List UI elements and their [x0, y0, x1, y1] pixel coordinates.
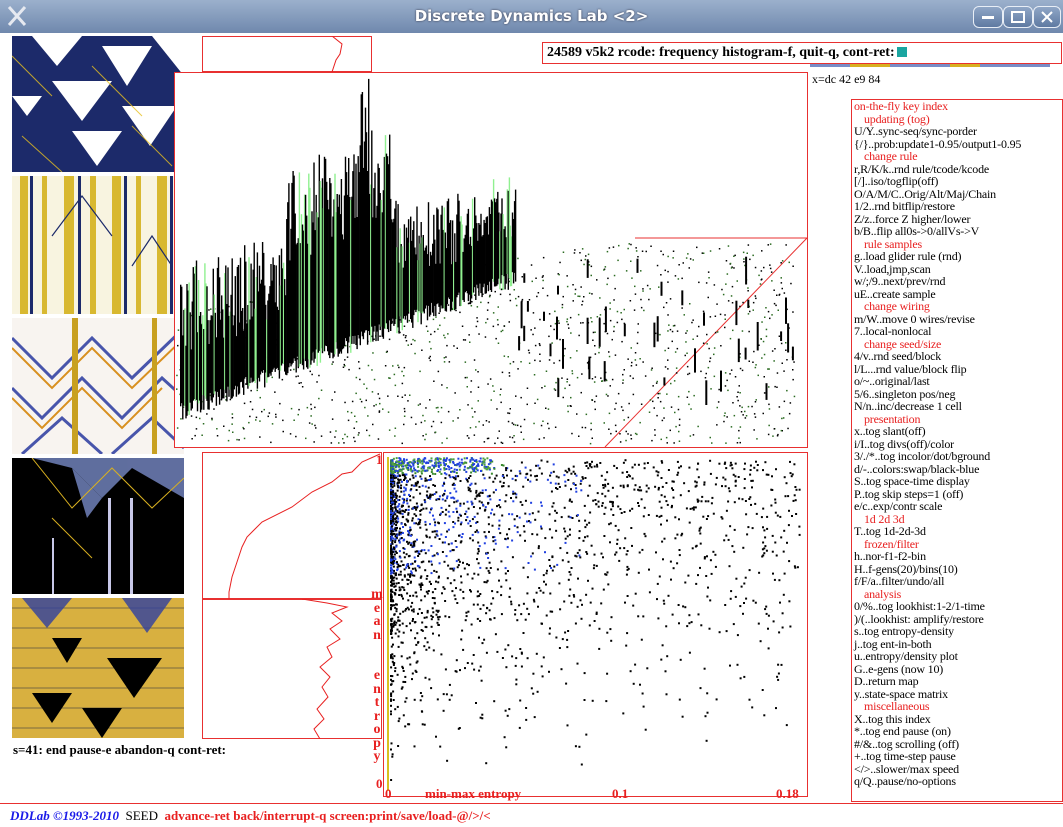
key-index-item: 0/%..tog lookhist:1-2/1-time — [854, 599, 985, 613]
key-index-item: g..load glider rule (rnd) — [854, 249, 962, 263]
ca-spacetime-pattern-4 — [12, 458, 184, 594]
key-index-item: u..entropy/density plot — [854, 649, 958, 663]
key-index-panel: on-the-fly key index updating (tog) U/Y..… — [851, 99, 1063, 802]
key-index-heading: miscellaneous — [864, 699, 930, 713]
key-index-item: N/n..inc/decrease 1 cell — [854, 399, 962, 413]
ca-spacetime-pattern-3 — [12, 318, 184, 454]
key-index-item: *..tog end pause (on) — [854, 724, 951, 738]
title-bar[interactable]: Discrete Dynamics Lab <2> — [0, 0, 1063, 33]
x-tick-max: 0.18 — [776, 786, 799, 801]
x-tick-mid: 0.1 — [612, 786, 629, 801]
ddlab-logo: DDLab ©1993-2010 — [10, 808, 120, 823]
window-title: Discrete Dynamics Lab <2> — [414, 7, 649, 25]
key-index-item: 1/2..rnd bitflip/restore — [854, 199, 955, 213]
key-index-item: o/~..original/last — [854, 374, 930, 388]
maximize-icon — [1011, 11, 1025, 23]
key-index-item: 7..local-nonlocal — [854, 324, 932, 338]
key-index-item: D..return map — [854, 674, 919, 688]
command-prompt[interactable]: 24589 v5k2 rcode: frequency histogram-f,… — [542, 42, 1062, 64]
scatter-points — [387, 457, 801, 791]
entropy-trace-mid — [228, 453, 381, 599]
maximize-button[interactable] — [1003, 6, 1033, 28]
histogram-plot — [175, 78, 808, 448]
key-index-item: h..nor-f1-f2-bin — [854, 549, 926, 563]
entropy-scatter-plot — [383, 452, 808, 797]
key-index-item: [/]..iso/togflip(off) — [854, 174, 939, 188]
bottom-bar: DDLab ©1993-2010 SEED advance-ret back/i… — [10, 808, 491, 824]
key-index-heading: change wiring — [864, 299, 930, 313]
key-index-item: e/c..exp/contr scale — [854, 499, 943, 513]
key-index-item: S..tog space-time display — [854, 474, 970, 488]
close-icon — [1041, 11, 1053, 23]
minimize-icon — [982, 16, 994, 19]
color-strip — [810, 64, 1050, 67]
prompt-text: 24589 v5k2 rcode: frequency histogram-f,… — [547, 45, 895, 60]
ca-spacetime-pattern-1 — [12, 36, 184, 172]
key-index-title: on-the-fly key index — [854, 99, 948, 113]
key-index-item: f/F/a..filter/undo/all — [854, 574, 945, 588]
key-index-item: w/;/9..next/prev/rnd — [854, 274, 946, 288]
key-index-item: U/Y..sync-seq/sync-porder — [854, 124, 977, 138]
seed-label: SEED — [125, 808, 159, 823]
key-index-item: s..tog entropy-density — [854, 624, 954, 638]
command-hints: advance-ret back/interrupt-q screen:prin… — [164, 808, 491, 823]
y-tick-bottom: 0 — [376, 776, 383, 791]
key-index-item: x..tog slant(off) — [854, 424, 926, 438]
bottom-divider — [0, 803, 1063, 804]
key-index-heading: change rule — [864, 149, 918, 163]
x-tick-0: 0 — [385, 786, 392, 801]
close-button[interactable] — [1033, 6, 1061, 28]
text-cursor — [896, 47, 907, 57]
key-index-item: b/B..flip all0s->0/allVs->V — [854, 224, 980, 238]
entropy-trace-top — [331, 36, 343, 72]
y-tick-top: 1 — [376, 452, 383, 467]
entropy-trace-bottom — [301, 599, 349, 739]
status-line: s=41: end pause-e abandon-q cont-ret: — [13, 742, 227, 757]
rule-hex-line: x=dc 42 e9 84 — [812, 72, 881, 86]
frequency-histogram-3d — [174, 72, 808, 448]
key-index-item: T..tog 1d-2d-3d — [854, 524, 926, 538]
y-axis-label: meanentropy — [371, 587, 383, 764]
key-index-item: 3/./*..tog incolor/dot/bground — [854, 449, 990, 463]
x-axis-label: min-max entropy — [425, 786, 522, 801]
ca-spacetime-pattern-2 — [12, 176, 184, 314]
key-index-item: +..tog time-step pause — [854, 749, 956, 763]
ca-spacetime-pattern-5 — [12, 598, 184, 738]
key-index-item: q/Q..pause/no-options — [854, 774, 956, 788]
key-index-item: 4/v..rnd seed/block — [854, 349, 942, 363]
minimize-button[interactable] — [973, 6, 1003, 28]
